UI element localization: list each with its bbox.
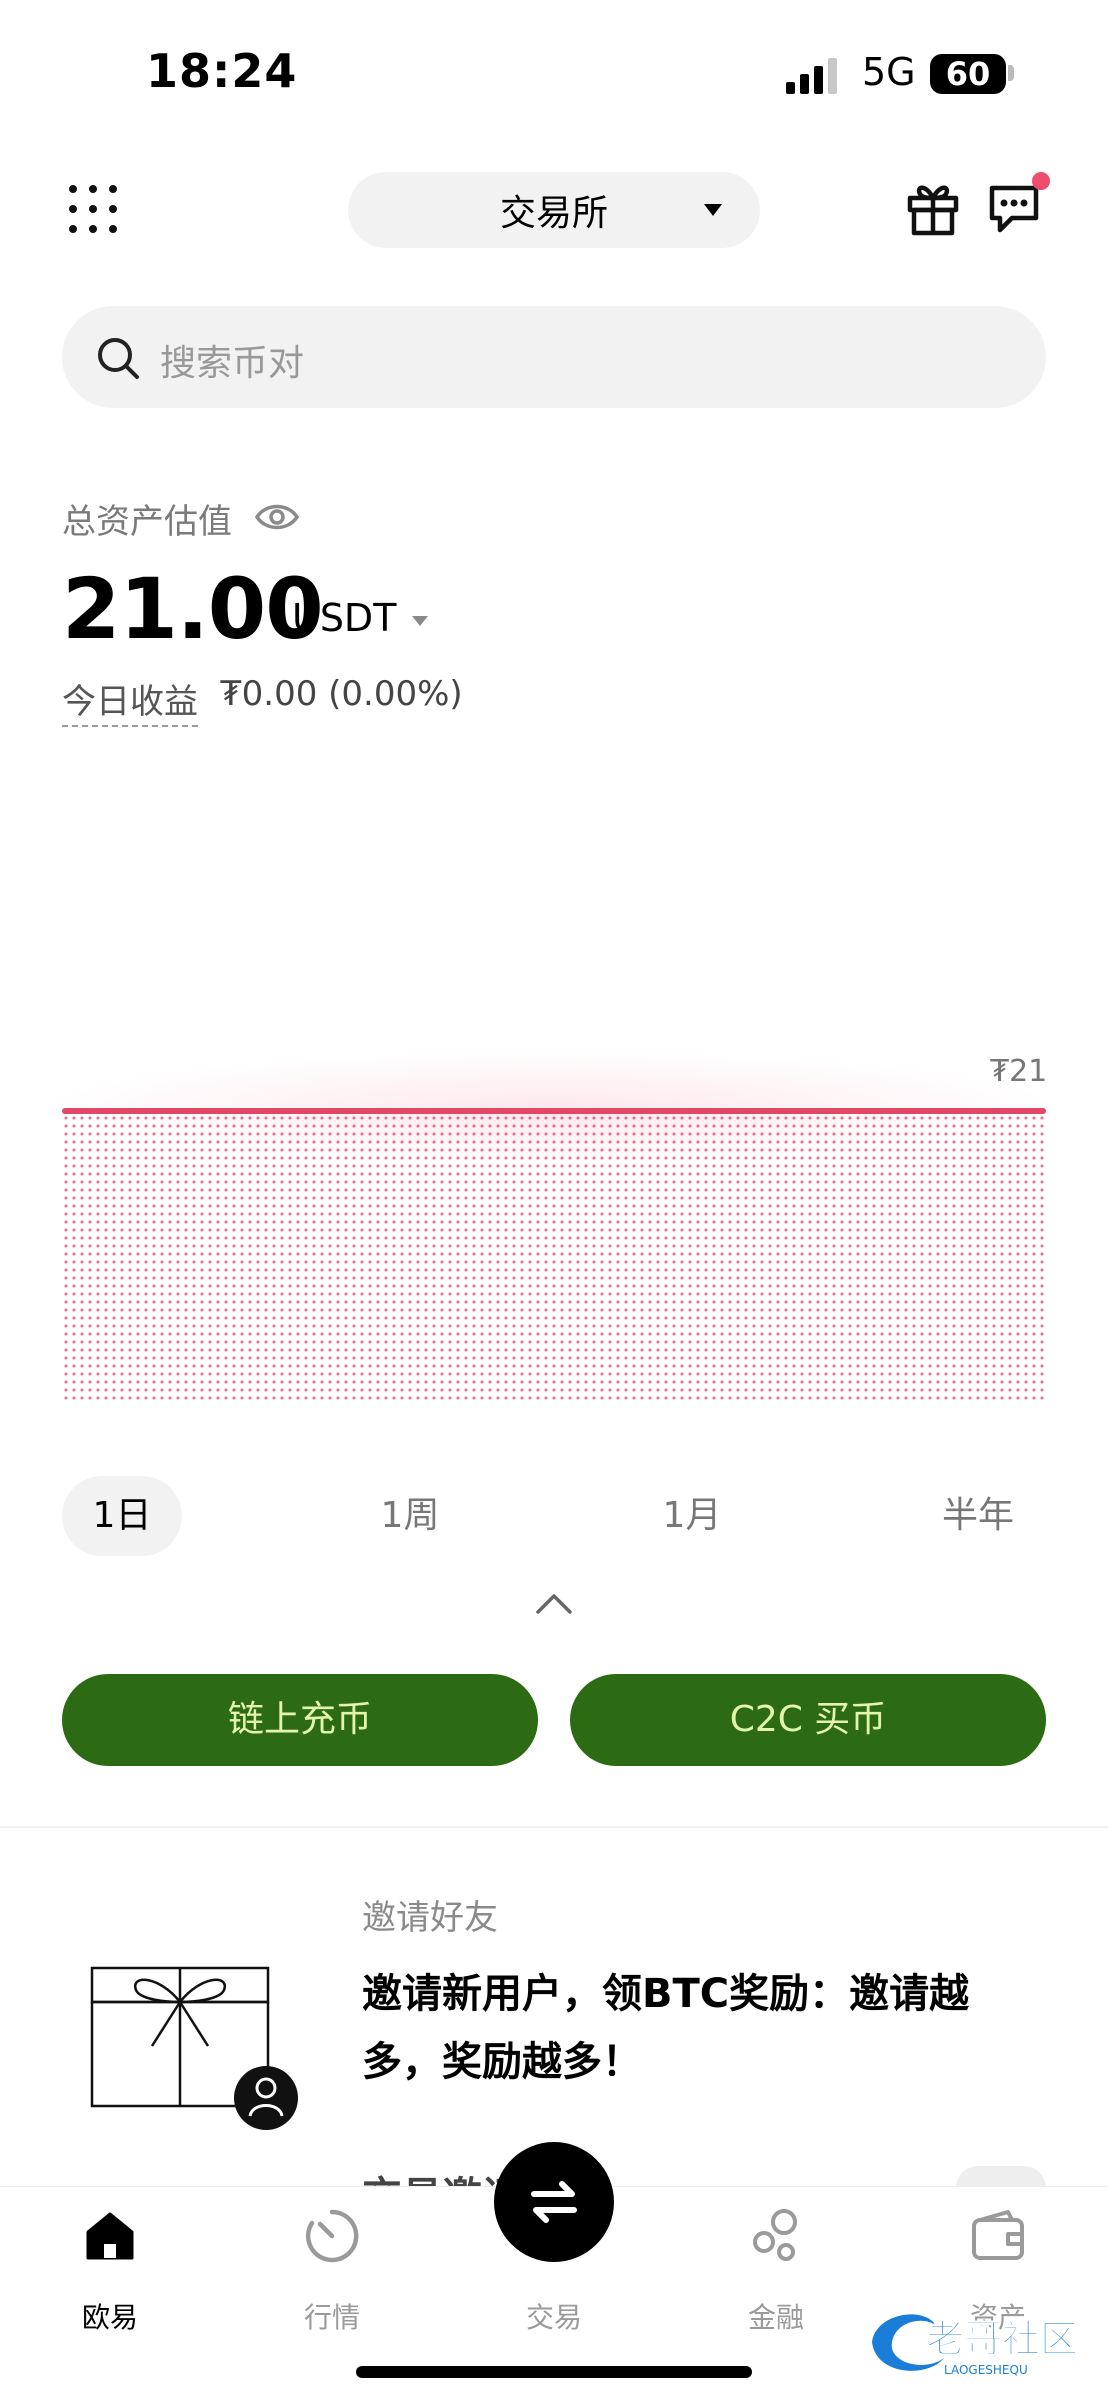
total-assets-label: 总资产估值 <box>62 502 232 542</box>
gift-box-illustration-icon <box>90 1966 298 2130</box>
home-indicator <box>356 2366 752 2378</box>
invite-headline[interactable]: 邀请新用户，领BTC奖励：邀请越多，奖励越多！ <box>362 1960 1002 2096</box>
onchain-deposit-button[interactable]: 链上充币 <box>62 1674 538 1766</box>
search-placeholder: 搜索币对 <box>160 343 305 384</box>
chevron-up-icon[interactable] <box>534 1590 574 1616</box>
swap-arrows-icon <box>531 2181 577 2223</box>
gift-icon[interactable] <box>906 180 960 236</box>
section-divider <box>0 1826 1108 1828</box>
nav-label: 金融 <box>747 2301 804 2334</box>
period-tab-6m[interactable]: 半年 <box>918 1476 1038 1556</box>
svg-text:LAOGESHEQU: LAOGESHEQU <box>944 2363 1028 2377</box>
network-type: 5G <box>862 50 916 94</box>
svg-text:老哥社区: 老哥社区 <box>926 2317 1078 2361</box>
invite-kicker: 邀请好友 <box>362 1898 498 1938</box>
notification-dot <box>1032 172 1050 190</box>
status-time: 18:24 <box>146 44 298 98</box>
battery-icon: 60 <box>930 54 1006 94</box>
today-pnl-label[interactable]: 今日收益 <box>62 674 198 727</box>
battery-tip <box>1008 65 1014 81</box>
caret-down-icon <box>704 204 722 216</box>
c2c-buy-button[interactable]: C2C 买币 <box>570 1674 1046 1766</box>
chart-area-fill <box>62 1114 1046 1402</box>
dragon-logo-icon: 老哥社区 LAOGESHEQU <box>872 2314 1079 2377</box>
finance-circles-icon <box>753 2209 797 2261</box>
chart-last-value-label: ₮21 <box>990 1054 1048 1089</box>
watermark-logo: 老哥社区 LAOGESHEQU <box>866 2302 1098 2380</box>
nav-label: 交易 <box>525 2301 582 2334</box>
period-tab-1m[interactable]: 1月 <box>632 1476 752 1556</box>
nav-label: 行情 <box>303 2301 360 2334</box>
asset-currency-selector[interactable]: USDT <box>292 596 396 640</box>
exchange-selector[interactable]: 交易所 <box>348 172 760 248</box>
wallet-icon <box>972 2210 1024 2260</box>
battery-level: 60 <box>945 55 991 93</box>
exchange-selector-label: 交易所 <box>499 193 608 234</box>
period-tab-1w[interactable]: 1周 <box>350 1476 470 1556</box>
period-tab-1d[interactable]: 1日 <box>62 1476 182 1556</box>
home-icon <box>86 2212 134 2260</box>
trade-fab-button[interactable] <box>494 2142 614 2262</box>
markets-icon <box>305 2209 359 2263</box>
search-icon <box>98 338 139 379</box>
today-pnl-value: ₮0.00 (0.00%) <box>220 674 463 714</box>
nav-label: 欧易 <box>81 2301 138 2334</box>
signal-icon <box>786 58 837 94</box>
eye-icon[interactable] <box>254 500 300 534</box>
menu-grid-icon[interactable] <box>68 184 118 234</box>
chat-icon[interactable] <box>986 180 1042 234</box>
caret-down-icon[interactable] <box>412 616 428 626</box>
total-assets-value: 21.00 <box>62 560 324 658</box>
